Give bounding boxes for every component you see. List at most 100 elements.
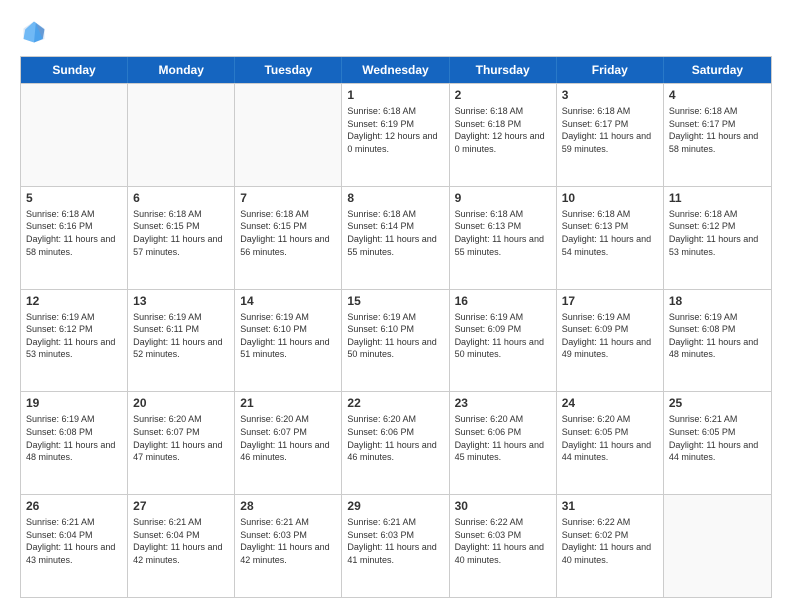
day-number: 9 <box>455 191 551 205</box>
cal-day-2: 2 Sunrise: 6:18 AM Sunset: 6:18 PM Daylig… <box>450 84 557 186</box>
header <box>20 18 772 46</box>
calendar-body: 1 Sunrise: 6:18 AM Sunset: 6:19 PM Daylig… <box>21 83 771 597</box>
cal-day-31: 31 Sunrise: 6:22 AM Sunset: 6:02 PM Dayli… <box>557 495 664 597</box>
day-number: 31 <box>562 499 658 513</box>
cell-info: Sunrise: 6:19 AM Sunset: 6:08 PM Dayligh… <box>26 413 122 463</box>
cal-week-5: 26 Sunrise: 6:21 AM Sunset: 6:04 PM Dayli… <box>21 494 771 597</box>
day-number: 21 <box>240 396 336 410</box>
cell-info: Sunrise: 6:22 AM Sunset: 6:02 PM Dayligh… <box>562 516 658 566</box>
cell-info: Sunrise: 6:18 AM Sunset: 6:17 PM Dayligh… <box>669 105 766 155</box>
cal-day-23: 23 Sunrise: 6:20 AM Sunset: 6:06 PM Dayli… <box>450 392 557 494</box>
day-number: 14 <box>240 294 336 308</box>
cell-info: Sunrise: 6:22 AM Sunset: 6:03 PM Dayligh… <box>455 516 551 566</box>
cal-empty-0-2 <box>235 84 342 186</box>
cell-info: Sunrise: 6:20 AM Sunset: 6:06 PM Dayligh… <box>347 413 443 463</box>
cal-day-28: 28 Sunrise: 6:21 AM Sunset: 6:03 PM Dayli… <box>235 495 342 597</box>
calendar-header-row: SundayMondayTuesdayWednesdayThursdayFrid… <box>21 57 771 83</box>
cell-info: Sunrise: 6:18 AM Sunset: 6:19 PM Dayligh… <box>347 105 443 155</box>
cal-week-3: 12 Sunrise: 6:19 AM Sunset: 6:12 PM Dayli… <box>21 289 771 392</box>
cell-info: Sunrise: 6:21 AM Sunset: 6:03 PM Dayligh… <box>240 516 336 566</box>
cell-info: Sunrise: 6:21 AM Sunset: 6:04 PM Dayligh… <box>133 516 229 566</box>
header-cell-thursday: Thursday <box>450 57 557 83</box>
cal-week-2: 5Sunrise: 6:18 AM Sunset: 6:16 PM Daylig… <box>21 186 771 289</box>
cal-day-6: 6 Sunrise: 6:18 AM Sunset: 6:15 PM Daylig… <box>128 187 235 289</box>
cal-day-16: 16 Sunrise: 6:19 AM Sunset: 6:09 PM Dayli… <box>450 290 557 392</box>
cell-info: Sunrise: 6:18 AM Sunset: 6:13 PM Dayligh… <box>455 208 551 258</box>
cell-info: Sunrise: 6:20 AM Sunset: 6:05 PM Dayligh… <box>562 413 658 463</box>
cell-info: Sunrise: 6:18 AM Sunset: 6:17 PM Dayligh… <box>562 105 658 155</box>
day-number: 3 <box>562 88 658 102</box>
cell-info: Sunrise: 6:21 AM Sunset: 6:03 PM Dayligh… <box>347 516 443 566</box>
day-number: 22 <box>347 396 443 410</box>
day-number: 20 <box>133 396 229 410</box>
header-cell-tuesday: Tuesday <box>235 57 342 83</box>
cal-day-17: 17 Sunrise: 6:19 AM Sunset: 6:09 PM Dayli… <box>557 290 664 392</box>
day-number: 7 <box>240 191 336 205</box>
day-number: 26 <box>26 499 122 513</box>
cell-info: Sunrise: 6:21 AM Sunset: 6:04 PM Dayligh… <box>26 516 122 566</box>
calendar: SundayMondayTuesdayWednesdayThursdayFrid… <box>20 56 772 598</box>
cal-day-8: 8 Sunrise: 6:18 AM Sunset: 6:14 PM Daylig… <box>342 187 449 289</box>
day-number: 16 <box>455 294 551 308</box>
day-number: 30 <box>455 499 551 513</box>
cal-day-9: 9 Sunrise: 6:18 AM Sunset: 6:13 PM Daylig… <box>450 187 557 289</box>
cal-day-11: 11Sunrise: 6:18 AM Sunset: 6:12 PM Dayli… <box>664 187 771 289</box>
cal-day-14: 14 Sunrise: 6:19 AM Sunset: 6:10 PM Dayli… <box>235 290 342 392</box>
cal-day-1: 1 Sunrise: 6:18 AM Sunset: 6:19 PM Daylig… <box>342 84 449 186</box>
logo-icon <box>20 18 48 46</box>
cell-info: Sunrise: 6:18 AM Sunset: 6:12 PM Dayligh… <box>669 208 766 258</box>
cal-day-27: 27 Sunrise: 6:21 AM Sunset: 6:04 PM Dayli… <box>128 495 235 597</box>
cal-day-12: 12 Sunrise: 6:19 AM Sunset: 6:12 PM Dayli… <box>21 290 128 392</box>
day-number: 1 <box>347 88 443 102</box>
cal-day-22: 22 Sunrise: 6:20 AM Sunset: 6:06 PM Dayli… <box>342 392 449 494</box>
cell-info: Sunrise: 6:19 AM Sunset: 6:09 PM Dayligh… <box>562 311 658 361</box>
cell-info: Sunrise: 6:19 AM Sunset: 6:11 PM Dayligh… <box>133 311 229 361</box>
header-cell-friday: Friday <box>557 57 664 83</box>
day-number: 19 <box>26 396 122 410</box>
cal-day-5: 5Sunrise: 6:18 AM Sunset: 6:16 PM Daylig… <box>21 187 128 289</box>
cell-info: Sunrise: 6:18 AM Sunset: 6:16 PM Dayligh… <box>26 208 122 258</box>
header-cell-monday: Monday <box>128 57 235 83</box>
cell-info: Sunrise: 6:18 AM Sunset: 6:15 PM Dayligh… <box>240 208 336 258</box>
cal-day-15: 15Sunrise: 6:19 AM Sunset: 6:10 PM Dayli… <box>342 290 449 392</box>
day-number: 23 <box>455 396 551 410</box>
day-number: 29 <box>347 499 443 513</box>
day-number: 10 <box>562 191 658 205</box>
day-number: 27 <box>133 499 229 513</box>
logo <box>20 18 52 46</box>
day-number: 28 <box>240 499 336 513</box>
cal-day-18: 18Sunrise: 6:19 AM Sunset: 6:08 PM Dayli… <box>664 290 771 392</box>
cell-info: Sunrise: 6:18 AM Sunset: 6:14 PM Dayligh… <box>347 208 443 258</box>
cal-empty-0-0 <box>21 84 128 186</box>
cell-info: Sunrise: 6:18 AM Sunset: 6:18 PM Dayligh… <box>455 105 551 155</box>
cal-empty-0-1 <box>128 84 235 186</box>
day-number: 8 <box>347 191 443 205</box>
day-number: 17 <box>562 294 658 308</box>
cal-day-19: 19 Sunrise: 6:19 AM Sunset: 6:08 PM Dayli… <box>21 392 128 494</box>
cal-week-1: 1 Sunrise: 6:18 AM Sunset: 6:19 PM Daylig… <box>21 83 771 186</box>
cal-day-21: 21Sunrise: 6:20 AM Sunset: 6:07 PM Dayli… <box>235 392 342 494</box>
header-cell-wednesday: Wednesday <box>342 57 449 83</box>
header-cell-saturday: Saturday <box>664 57 771 83</box>
cell-info: Sunrise: 6:19 AM Sunset: 6:12 PM Dayligh… <box>26 311 122 361</box>
day-number: 15 <box>347 294 443 308</box>
day-number: 4 <box>669 88 766 102</box>
cell-info: Sunrise: 6:18 AM Sunset: 6:15 PM Dayligh… <box>133 208 229 258</box>
day-number: 6 <box>133 191 229 205</box>
cell-info: Sunrise: 6:19 AM Sunset: 6:09 PM Dayligh… <box>455 311 551 361</box>
cell-info: Sunrise: 6:19 AM Sunset: 6:08 PM Dayligh… <box>669 311 766 361</box>
cell-info: Sunrise: 6:21 AM Sunset: 6:05 PM Dayligh… <box>669 413 766 463</box>
cell-info: Sunrise: 6:20 AM Sunset: 6:06 PM Dayligh… <box>455 413 551 463</box>
day-number: 2 <box>455 88 551 102</box>
cal-day-24: 24 Sunrise: 6:20 AM Sunset: 6:05 PM Dayli… <box>557 392 664 494</box>
day-number: 12 <box>26 294 122 308</box>
day-number: 24 <box>562 396 658 410</box>
cell-info: Sunrise: 6:19 AM Sunset: 6:10 PM Dayligh… <box>240 311 336 361</box>
cal-day-13: 13Sunrise: 6:19 AM Sunset: 6:11 PM Dayli… <box>128 290 235 392</box>
cal-day-20: 20Sunrise: 6:20 AM Sunset: 6:07 PM Dayli… <box>128 392 235 494</box>
cal-day-25: 25 Sunrise: 6:21 AM Sunset: 6:05 PM Dayli… <box>664 392 771 494</box>
cal-day-3: 3 Sunrise: 6:18 AM Sunset: 6:17 PM Daylig… <box>557 84 664 186</box>
day-number: 25 <box>669 396 766 410</box>
cal-day-29: 29 Sunrise: 6:21 AM Sunset: 6:03 PM Dayli… <box>342 495 449 597</box>
cal-day-4: 4 Sunrise: 6:18 AM Sunset: 6:17 PM Daylig… <box>664 84 771 186</box>
